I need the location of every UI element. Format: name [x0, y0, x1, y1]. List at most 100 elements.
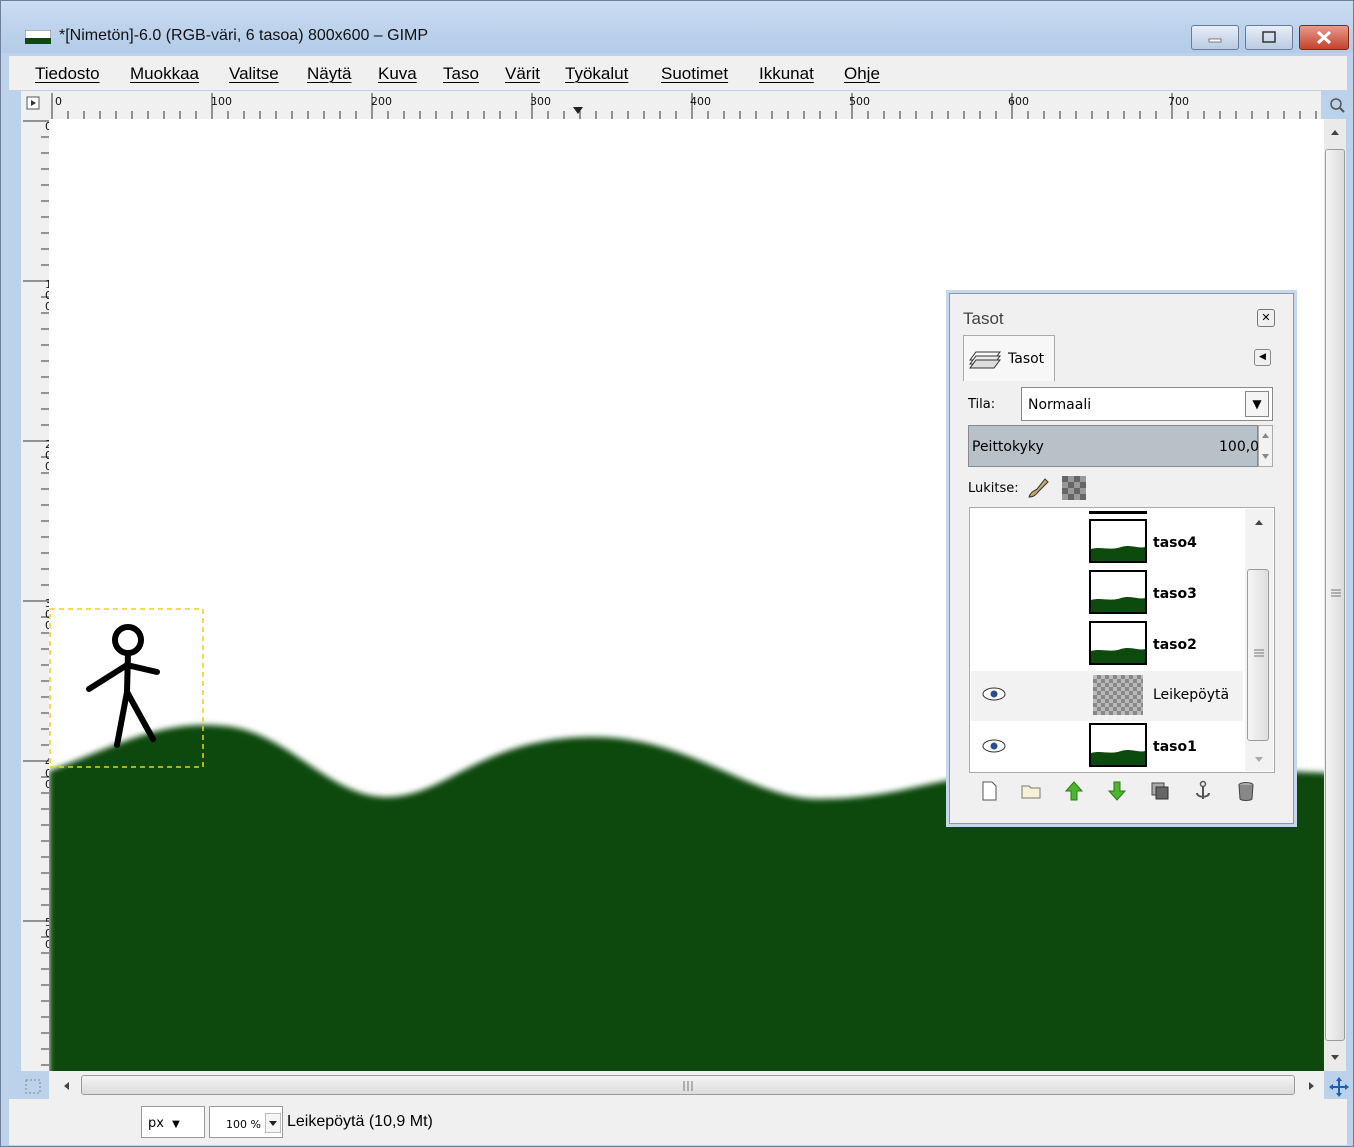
tab-menu-button[interactable]: ◀ [1254, 349, 1271, 366]
minimize-button[interactable] [1191, 25, 1239, 50]
menu-arrow-icon [26, 96, 40, 110]
menu-muokkaa[interactable]: Muokkaa [130, 64, 199, 84]
unit-select[interactable]: px ▼ [141, 1106, 205, 1138]
scroll-left-icon [64, 1082, 69, 1090]
zoom-value: 100 % [226, 1118, 261, 1131]
menu-kuva[interactable]: Kuva [378, 64, 417, 84]
layer-name: taso2 [1153, 637, 1197, 653]
layer-row-taso2[interactable]: taso2 [971, 621, 1243, 671]
vertical-scroll-thumb[interactable] [1325, 149, 1345, 1041]
mode-dropdown-button[interactable]: ▼ [1245, 391, 1269, 417]
lock-pixels-icon[interactable] [1025, 475, 1051, 501]
scroll-up-icon [1255, 520, 1263, 525]
layer-thumbnail [1089, 570, 1147, 614]
thumb-image [1091, 597, 1145, 612]
scroll-down-icon [1331, 1055, 1339, 1060]
zoom-icon[interactable] [1327, 95, 1347, 115]
close-icon [1316, 30, 1332, 45]
pointer-marker-icon [573, 107, 583, 114]
ruler-label: 700 [1168, 95, 1189, 108]
horizontal-scroll-thumb[interactable] [81, 1075, 1295, 1095]
eye-icon[interactable] [981, 737, 1007, 759]
new-layer-icon[interactable] [977, 779, 1001, 803]
delete-layer-icon[interactable] [1234, 779, 1258, 803]
layers-icon [969, 351, 1001, 369]
opacity-value: 100,0 [1219, 439, 1260, 455]
menu-varit[interactable]: Värit [505, 64, 540, 84]
eye-icon[interactable] [981, 685, 1007, 707]
grip-icon [683, 1081, 693, 1091]
unit-value: px [148, 1116, 164, 1131]
menu-suotimet[interactable]: Suotimet [661, 64, 728, 84]
menu-taso[interactable]: Taso [443, 64, 479, 84]
layer-name: Leikepöytä [1153, 687, 1230, 703]
layer-thumb-edge [1089, 511, 1147, 514]
ruler-label: 0 [55, 95, 62, 108]
menu-ikkunat[interactable]: Ikkunat [759, 64, 814, 84]
layer-thumbnail [1089, 621, 1147, 665]
close-button[interactable] [1299, 25, 1349, 50]
visibility-eye-icon [982, 739, 1006, 753]
lower-layer-icon[interactable] [1105, 779, 1129, 803]
app-icon [25, 30, 51, 44]
visibility-eye-icon [982, 687, 1006, 701]
tab-menu-icon: ◀ [1259, 352, 1266, 362]
opacity-label: Peittokyky [972, 439, 1044, 455]
status-message: Leikepöytä (10,9 Mt) [287, 1113, 433, 1130]
quick-mask-toggle[interactable] [21, 91, 49, 119]
window-title: *[Nimetön]-6.0 (RGB-väri, 6 tasoa) 800x6… [59, 27, 429, 44]
thumb-image [1091, 750, 1145, 765]
ruler-label: 500 [849, 95, 870, 108]
new-group-icon[interactable] [1019, 779, 1043, 803]
dock-close-button[interactable]: ✕ [1257, 309, 1275, 327]
layer-row-taso3[interactable]: taso3 [971, 570, 1243, 620]
layer-thumbnail [1093, 675, 1143, 715]
grip-icon [1254, 649, 1264, 657]
zoom-dropdown-icon[interactable] [265, 1113, 281, 1133]
layer-name: taso3 [1153, 586, 1197, 602]
mode-select[interactable]: Normaali [1021, 387, 1273, 421]
mode-value: Normaali [1028, 397, 1092, 413]
menu-ohje[interactable]: Ohje [844, 64, 880, 84]
ruler-label: 600 [1008, 95, 1029, 108]
layer-row-taso4[interactable]: taso4 [971, 519, 1243, 569]
ruler-label: 300 [530, 95, 551, 108]
raise-layer-icon[interactable] [1062, 779, 1086, 803]
dock-title: Tasot [963, 309, 1004, 328]
layer-row-leikepoyta[interactable]: Leikepöytä [971, 671, 1243, 721]
scroll-right-icon [1309, 1082, 1314, 1090]
scroll-down-icon [1255, 757, 1263, 762]
layer-name: taso4 [1153, 535, 1197, 551]
selection-toggle-icon[interactable] [23, 1077, 45, 1097]
layer-row-taso1[interactable]: taso1 [971, 723, 1243, 773]
menu-tiedosto[interactable]: Tiedosto [35, 64, 100, 84]
lock-alpha-icon[interactable] [1061, 475, 1087, 501]
thumb-image [1091, 546, 1145, 561]
tab-layers-label: Tasot [1008, 351, 1045, 367]
opacity-spinner[interactable] [1258, 425, 1273, 467]
restore-icon [1262, 31, 1276, 43]
gimp-window: *[Nimetön]-6.0 (RGB-väri, 6 tasoa) 800x6… [0, 0, 1354, 1147]
spinner-arrows-icon [1262, 433, 1269, 459]
menu-tyokalut[interactable]: Työkalut [565, 64, 628, 84]
layer-list-scroll-thumb[interactable] [1247, 569, 1269, 741]
maximize-button[interactable] [1245, 25, 1293, 50]
stick-figure [86, 624, 160, 748]
vertical-ruler[interactable]: 0 100 200 300 400 500 [21, 119, 52, 1071]
dropdown-arrow-icon: ▼ [1252, 397, 1262, 411]
layer-name: taso1 [1153, 739, 1197, 755]
anchor-layer-icon[interactable] [1191, 779, 1215, 803]
dropdown-arrow-icon: ▼ [172, 1119, 180, 1130]
menu-bar: Tiedosto Muokkaa Valitse Näytä Kuva Taso… [9, 56, 1347, 90]
scroll-up-icon [1331, 130, 1339, 135]
horizontal-ruler[interactable]: 0 100 200 300 400 500 600 700 [49, 91, 1321, 120]
navigate-icon[interactable] [1327, 1075, 1351, 1099]
thumb-image [1091, 648, 1145, 663]
grip-icon [1331, 589, 1341, 597]
ruler-label: 200 [371, 95, 392, 108]
duplicate-layer-icon[interactable] [1148, 779, 1172, 803]
ruler-label: 400 [690, 95, 711, 108]
menu-valitse[interactable]: Valitse [229, 64, 279, 84]
layer-thumbnail [1089, 519, 1147, 563]
menu-nayta[interactable]: Näytä [307, 64, 351, 84]
